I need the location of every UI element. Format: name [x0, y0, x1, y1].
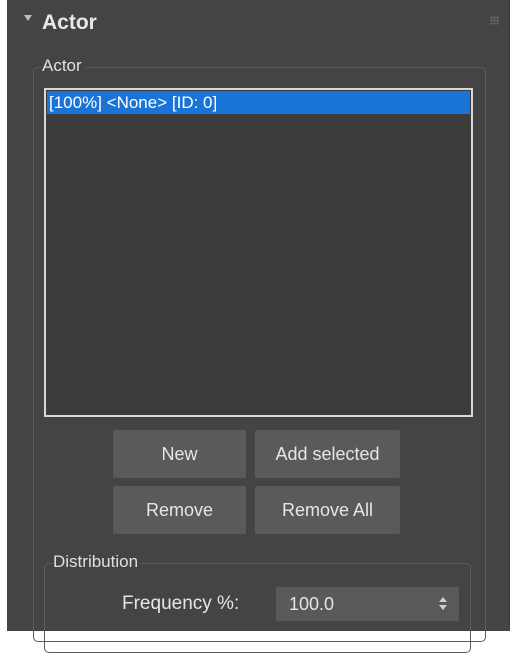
rollout-header[interactable]: Actor [7, 0, 509, 42]
actor-rollout: Actor Actor [100%] <None> [ID: 0] New Ad… [7, 0, 510, 653]
frequency-value[interactable]: 100.0 [289, 592, 334, 616]
add-selected-button[interactable]: Add selected [255, 430, 400, 478]
frequency-label: Frequency %: [122, 593, 240, 614]
remove-button[interactable]: Remove [113, 486, 246, 534]
remove-all-button[interactable]: Remove All [255, 486, 400, 534]
spinner-up-icon[interactable] [439, 597, 447, 602]
spinner-down-icon[interactable] [439, 605, 447, 610]
new-button[interactable]: New [113, 430, 246, 478]
frequency-spinner[interactable]: 100.0 [276, 587, 459, 621]
spinner-arrows-icon[interactable] [439, 597, 447, 611]
collapse-arrow-icon[interactable] [24, 15, 32, 21]
actor-listbox[interactable]: [100%] <None> [ID: 0] [44, 88, 473, 417]
actor-group-label: Actor [41, 56, 85, 76]
distribution-group-label: Distribution [52, 552, 142, 572]
rollout-title: Actor [42, 11, 97, 34]
grip-icon[interactable] [490, 16, 499, 25]
list-item[interactable]: [100%] <None> [ID: 0] [47, 91, 470, 114]
